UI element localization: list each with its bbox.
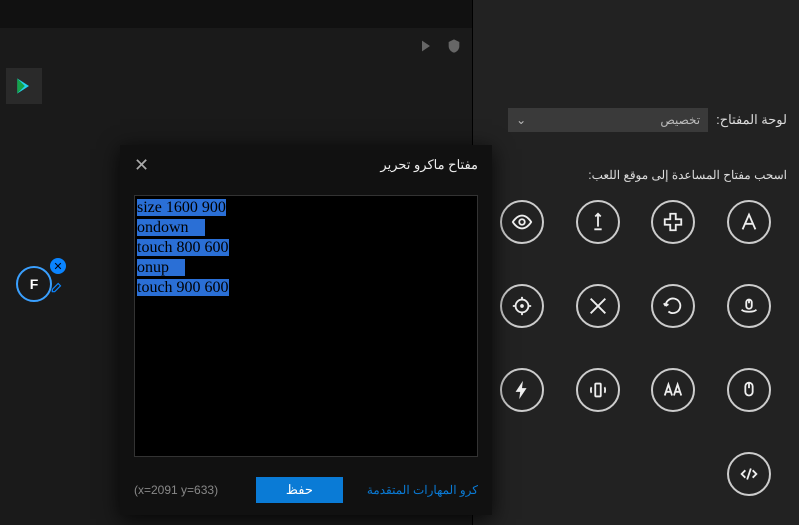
macro-editor-modal: مفتاح ماكرو تحرير ✕ size 1600 900 ondown…: [120, 145, 492, 515]
save-button[interactable]: حفظ: [256, 477, 343, 503]
advanced-skills-link[interactable]: كرو المهارات المتقدمة: [367, 483, 478, 497]
tool-letter-a[interactable]: [727, 200, 771, 244]
tool-crossed-swords-icon[interactable]: [576, 284, 620, 328]
tool-eye-icon[interactable]: [500, 200, 544, 244]
tool-icon-grid: [484, 200, 787, 496]
tool-pen-icon[interactable]: [576, 200, 620, 244]
chevron-down-icon: ⌄: [516, 113, 526, 127]
tool-lightning-icon[interactable]: [500, 368, 544, 412]
tool-dpad-icon[interactable]: [651, 200, 695, 244]
macro-key-edit-icon[interactable]: [50, 280, 64, 299]
tool-code-icon[interactable]: [727, 452, 771, 496]
play-arrow-icon[interactable]: [418, 38, 434, 59]
cursor-coords: (x=2091 y=633): [134, 483, 218, 497]
close-icon[interactable]: ✕: [134, 155, 149, 176]
modal-title: مفتاح ماكرو تحرير: [380, 157, 478, 173]
dropdown-value: تخصيص: [660, 113, 700, 127]
macro-script-editor[interactable]: size 1600 900 ondown touch 800 600 onup …: [134, 195, 478, 457]
sidebar: لوحة المفتاح: تخصيص ⌄ اسحب مفتاح المساعد…: [472, 0, 799, 525]
play-store-icon[interactable]: [6, 68, 42, 104]
key-label: لوحة المفتاح:: [716, 112, 787, 128]
tool-rotate-icon[interactable]: [651, 284, 695, 328]
shield-icon[interactable]: [446, 38, 462, 59]
tool-double-a-icon[interactable]: [651, 368, 695, 412]
tool-crosshair-icon[interactable]: [500, 284, 544, 328]
tool-mouse-icon[interactable]: [727, 368, 771, 412]
tool-device-shake-icon[interactable]: [576, 368, 620, 412]
drag-help-text: اسحب مفتاح المساعدة إلى موقع اللعب:: [588, 168, 787, 182]
key-profile-dropdown[interactable]: تخصيص ⌄: [508, 108, 708, 132]
macro-key-f[interactable]: F: [16, 266, 52, 302]
macro-key-remove-icon[interactable]: ✕: [50, 258, 66, 274]
tool-mouse-orbit-icon[interactable]: [727, 284, 771, 328]
